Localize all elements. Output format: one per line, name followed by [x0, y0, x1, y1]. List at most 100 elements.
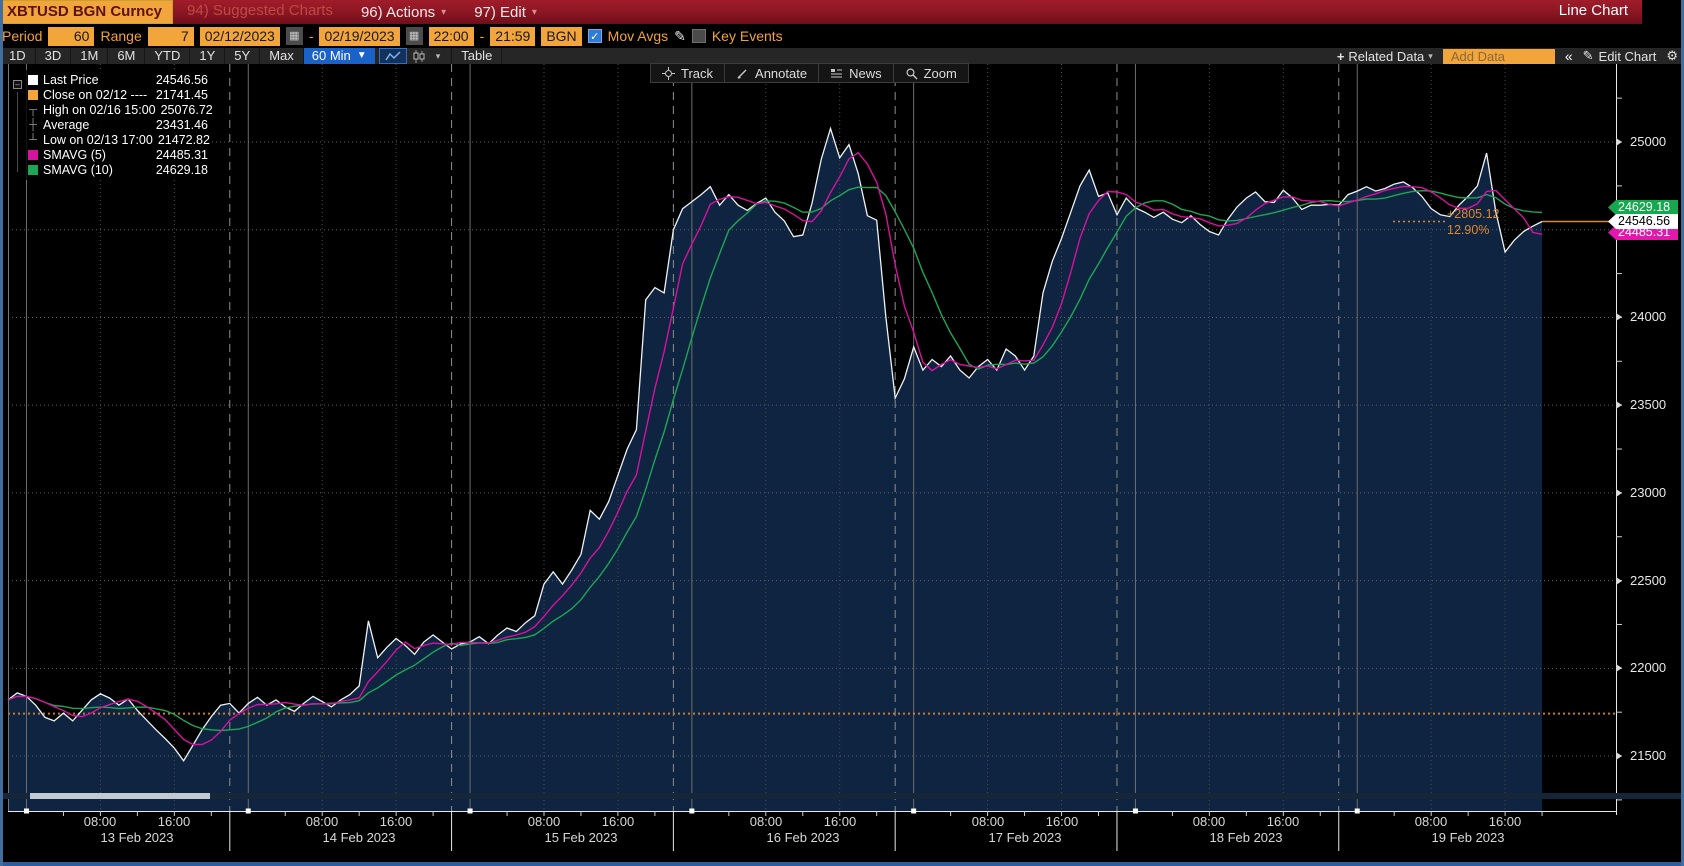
caret-down-icon: ▾	[1428, 50, 1433, 61]
x-axis-time-label: 16:00	[823, 814, 857, 829]
y-axis-tick-arrow	[1616, 489, 1622, 497]
pencil-icon: ✎	[1582, 48, 1594, 63]
legend-value: 21472.82	[157, 132, 210, 147]
y-axis-label: 21500	[1630, 748, 1667, 763]
time-to-input[interactable]: 21:59	[490, 26, 536, 46]
legend-value: 24629.18	[155, 162, 208, 177]
price-chart-canvas[interactable]	[7, 64, 1676, 856]
legend-row-6[interactable]: SMAVG (10) 24629.18	[16, 162, 208, 177]
suggested-charts-tab[interactable]: 94) Suggested Charts	[173, 0, 347, 24]
y-axis-tick-arrow	[1616, 664, 1622, 672]
legend-value: 23431.46	[155, 117, 208, 132]
mov-avgs-edit-pencil-icon[interactable]: ✎	[674, 28, 686, 45]
range-button-1m[interactable]: 1M	[71, 48, 109, 64]
x-axis-date-label: 19 Feb 2023	[1431, 830, 1505, 845]
candle-chart-type-button[interactable]	[407, 48, 431, 64]
track-button[interactable]: Track	[650, 63, 726, 83]
x-axis-time-label: 08:00	[971, 814, 1005, 829]
annotate-icon	[736, 67, 749, 80]
related-data-label: Related Data	[1348, 48, 1425, 64]
bloomberg-terminal-window: XBTUSD BGN Curncy 94) Suggested Charts 9…	[0, 0, 1684, 866]
calendar-icon[interactable]: ▦	[405, 27, 423, 45]
x-axis-time-label: 16:00	[1488, 814, 1522, 829]
range-button-ytd[interactable]: YTD	[145, 48, 191, 64]
legend-value: 24485.31	[155, 147, 208, 162]
range-button-5y[interactable]: 5Y	[225, 48, 261, 64]
legend-row-2[interactable]: ┬ High on 02/16 15:00 25076.72	[16, 102, 213, 117]
range-toolbar-row: 1D 3D 1M 6M YTD 1Y 5Y Max 60 Min ▼ ▾ Table + Re…	[0, 48, 1684, 64]
line-chart-type-button[interactable]	[378, 48, 407, 64]
legend-collapse-icon[interactable]: –	[13, 80, 22, 89]
date-from-input[interactable]: 02/12/2023	[199, 26, 280, 46]
caret-down-icon: ▾	[531, 6, 537, 18]
range-button-max[interactable]: Max	[260, 48, 304, 64]
change-pct-annotation: 12.90%	[1447, 223, 1490, 237]
time-from-input[interactable]: 22:00	[428, 26, 474, 46]
related-data-button[interactable]: + Related Data ▾	[1337, 49, 1433, 64]
track-icon	[662, 66, 675, 80]
price-tag-last: 24546.56	[1608, 214, 1678, 229]
x-axis-time-label: 08:00	[749, 814, 783, 829]
line-chart-icon	[385, 51, 401, 61]
caret-down-icon: ▼	[356, 50, 367, 61]
legend-row-0[interactable]: Last Price 24546.56	[16, 72, 208, 87]
key-events-checkbox[interactable]	[691, 29, 706, 43]
x-axis-date-label: 14 Feb 2023	[322, 830, 396, 845]
range-button-1d[interactable]: 1D	[0, 48, 36, 64]
x-axis-date-label: 17 Feb 2023	[988, 830, 1062, 845]
chart-region: – Last Price 24546.56 Close on 02/12 ---- 2…	[0, 63, 1684, 866]
price-area-fill	[8, 128, 1543, 811]
legend-marker-icon: ┴	[29, 133, 37, 146]
legend-row-3[interactable]: ┼ Average 23431.46	[16, 117, 208, 132]
legend-row-1[interactable]: Close on 02/12 ---- 21741.45	[16, 87, 208, 102]
toolbar-right-cluster: + Related Data ▾ Add Data « ✎ Edit Chart…	[1337, 48, 1684, 64]
interval-dropdown[interactable]: 60 Min ▼	[303, 48, 375, 64]
window-border-bottom	[0, 862, 1684, 866]
range-button-1y[interactable]: 1Y	[190, 48, 226, 64]
legend-row-4[interactable]: ┴ Low on 02/13 17:00 21472.82	[16, 132, 210, 147]
scrollbar-thumb[interactable]	[30, 793, 210, 799]
news-button[interactable]: News	[819, 63, 894, 83]
legend-label: Last Price	[43, 72, 99, 87]
range-input[interactable]: 7	[147, 26, 194, 46]
chart-view-label: Line Chart	[1558, 2, 1628, 19]
y-axis-label: 23000	[1630, 485, 1667, 500]
midnight-marker	[689, 808, 695, 814]
legend-label: SMAVG (10)	[43, 162, 113, 177]
news-button-label: News	[849, 65, 882, 81]
range-button-3d[interactable]: 3D	[36, 48, 72, 64]
annotate-button-label: Annotate	[755, 65, 808, 81]
mov-avgs-checkbox[interactable]: ✓	[587, 29, 602, 43]
annotate-button[interactable]: Annotate	[725, 63, 820, 83]
mov-avgs-label: Mov Avgs	[607, 28, 669, 44]
legend-value: 25076.72	[160, 102, 213, 117]
chart-settings-gear-icon[interactable]: ⚙	[1666, 48, 1678, 64]
price-source-field[interactable]: BGN	[541, 26, 582, 46]
table-button[interactable]: Table	[451, 48, 503, 64]
x-axis-date-label: 16 Feb 2023	[766, 830, 840, 845]
legend-row-5[interactable]: SMAVG (5) 24485.31	[16, 147, 208, 162]
title-bar: XBTUSD BGN Curncy 94) Suggested Charts 9…	[0, 0, 1642, 24]
y-axis-tick-arrow	[1616, 138, 1622, 146]
security-ticker-tab[interactable]: XBTUSD BGN Curncy	[0, 0, 174, 24]
legend-marker-icon: ┼	[29, 118, 37, 131]
edit-menu[interactable]: 97) Edit ▾	[460, 0, 551, 24]
range-button-6m[interactable]: 6M	[108, 48, 146, 64]
x-axis-date-label: 15 Feb 2023	[544, 830, 618, 845]
price-tag-smavg10: 24629.18	[1608, 200, 1678, 215]
midnight-marker	[467, 808, 473, 814]
collapse-panel-icon[interactable]: «	[1565, 48, 1573, 64]
chart-floating-toolbar: Track Annotate News Zoom	[650, 63, 969, 83]
date-to-input[interactable]: 02/19/2023	[319, 26, 400, 46]
calendar-icon[interactable]: ▦	[285, 27, 303, 45]
zoom-button-label: Zoom	[923, 65, 957, 81]
y-axis-label: 23500	[1630, 397, 1667, 412]
chart-type-more-dropdown[interactable]: ▾	[431, 48, 446, 64]
actions-menu[interactable]: 96) Actions ▾	[347, 0, 460, 24]
add-data-input[interactable]: Add Data	[1442, 48, 1555, 64]
edit-chart-button[interactable]: ✎ Edit Chart	[1583, 48, 1657, 64]
horizontal-scrollbar[interactable]	[3, 793, 1681, 799]
period-input[interactable]: 60	[48, 26, 95, 46]
y-axis-label: 22500	[1630, 573, 1667, 588]
zoom-button[interactable]: Zoom	[893, 63, 969, 83]
